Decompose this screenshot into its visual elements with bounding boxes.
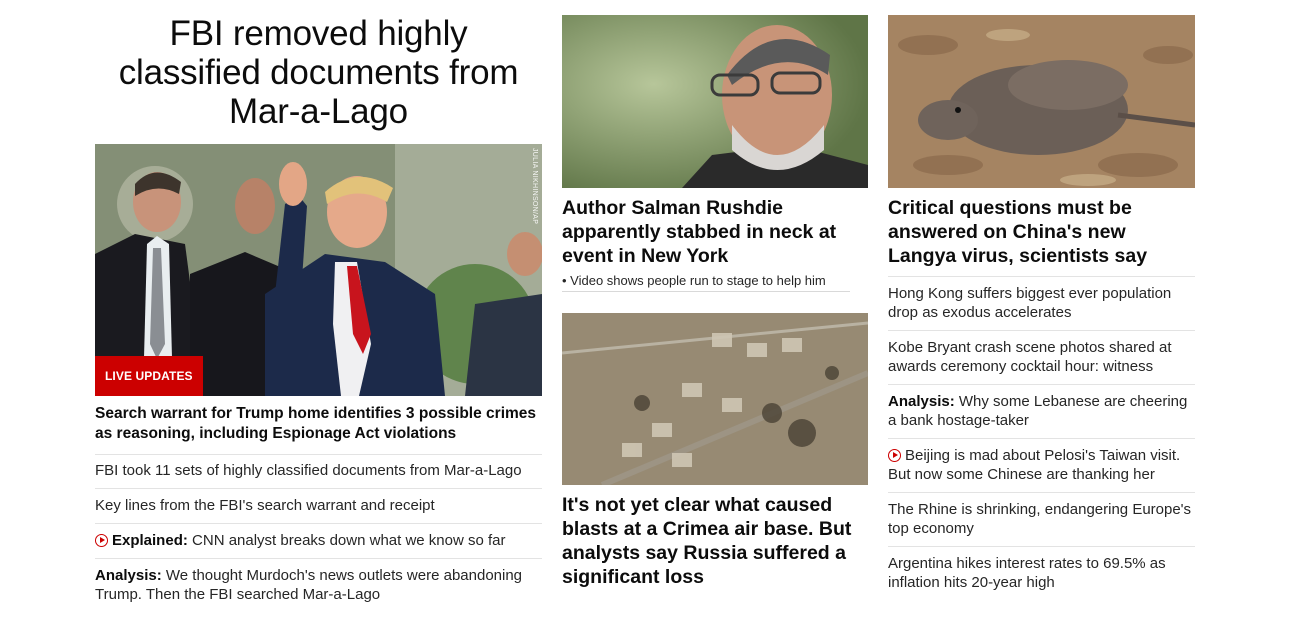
list-item-text: Beijing is mad about Pelosi's Taiwan vis… <box>888 447 1181 483</box>
list-item-text: Argentina hikes interest rates to 69.5% … <box>888 555 1166 591</box>
shrew-photo[interactable] <box>888 15 1195 188</box>
live-updates-badge[interactable]: LIVE UPDATES <box>95 356 203 396</box>
langya-headline[interactable]: Critical questions must be answered on C… <box>888 196 1195 276</box>
list-item-text: Kobe Bryant crash scene photos shared at… <box>888 339 1172 375</box>
rushdie-related-link[interactable]: • Video shows people run to stage to hel… <box>562 273 850 292</box>
trump-photo[interactable]: JULIA NIKHINSON/AP LIVE UPDATES <box>95 144 542 396</box>
rushdie-photo-image <box>562 15 868 188</box>
list-item[interactable]: Hong Kong suffers biggest ever populatio… <box>888 276 1195 330</box>
list-item[interactable]: The Rhine is shrinking, endangering Euro… <box>888 492 1195 546</box>
list-item[interactable]: FBI took 11 sets of highly classified do… <box>95 454 542 488</box>
left-related-list: FBI took 11 sets of highly classified do… <box>95 454 542 612</box>
crimea-headline[interactable]: It's not yet clear what caused blasts at… <box>562 493 868 589</box>
list-item[interactable]: Analysis: Why some Lebanese are cheering… <box>888 384 1195 438</box>
crimea-satellite-photo[interactable] <box>562 313 868 485</box>
list-item-prefix: Analysis: <box>888 393 955 410</box>
list-item[interactable]: Key lines from the FBI's search warrant … <box>95 488 542 523</box>
list-item[interactable]: Explained: CNN analyst breaks down what … <box>95 523 542 558</box>
list-item-text: Hong Kong suffers biggest ever populatio… <box>888 285 1172 321</box>
right-related-list: Hong Kong suffers biggest ever populatio… <box>888 276 1195 600</box>
hero-headline[interactable]: FBI removed highly classified documents … <box>95 14 542 131</box>
shrew-photo-image <box>888 15 1195 188</box>
photo-credit: JULIA NIKHINSON/AP <box>531 148 538 225</box>
crimea-satellite-image <box>562 313 868 485</box>
right-column: Critical questions must be answered on C… <box>888 0 1195 600</box>
play-video-icon <box>95 534 108 547</box>
list-item[interactable]: Analysis: We thought Murdoch's news outl… <box>95 558 542 612</box>
list-item[interactable]: Argentina hikes interest rates to 69.5% … <box>888 546 1195 600</box>
list-item-prefix: Analysis: <box>95 567 162 584</box>
list-item-text: FBI took 11 sets of highly classified do… <box>95 462 522 479</box>
list-item-text: CNN analyst breaks down what we know so … <box>192 532 506 549</box>
list-item-text: Key lines from the FBI's search warrant … <box>95 497 435 514</box>
middle-column: Author Salman Rushdie apparently stabbed… <box>562 0 868 589</box>
play-video-icon <box>888 449 901 462</box>
list-item-text: The Rhine is shrinking, endangering Euro… <box>888 501 1192 537</box>
rushdie-photo[interactable] <box>562 15 868 188</box>
rushdie-headline[interactable]: Author Salman Rushdie apparently stabbed… <box>562 196 868 268</box>
list-item[interactable]: Kobe Bryant crash scene photos shared at… <box>888 330 1195 384</box>
list-item-prefix: Explained: <box>112 532 188 549</box>
lead-headline[interactable]: Search warrant for Trump home identifies… <box>95 404 542 454</box>
left-column: FBI removed highly classified documents … <box>95 0 542 612</box>
list-item[interactable]: Beijing is mad about Pelosi's Taiwan vis… <box>888 438 1195 492</box>
